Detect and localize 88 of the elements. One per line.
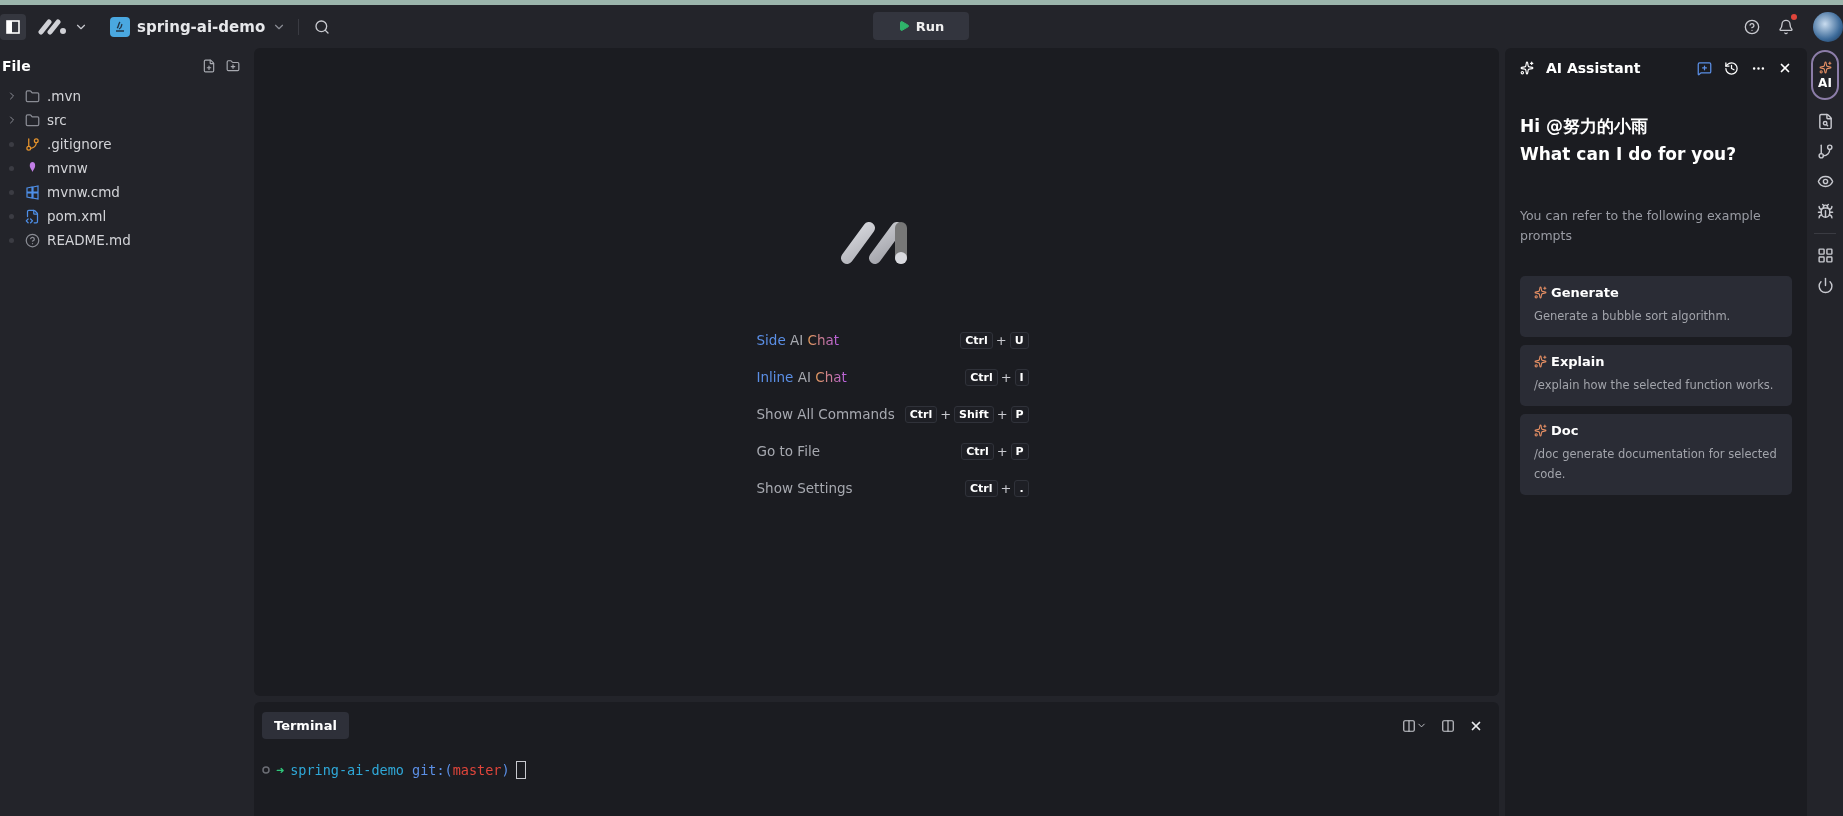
card-title: Explain [1551,354,1605,369]
tree-item[interactable]: pom.xml [0,204,254,228]
new-folder-icon[interactable] [226,59,240,73]
card-text: Generate a bubble sort algorithm. [1534,308,1732,325]
key-cap: Ctrl [965,479,998,497]
sparkle-icon [1520,61,1534,75]
logo-icon[interactable] [38,18,68,35]
key-cap: P [1010,405,1029,423]
bell-icon [1778,18,1794,35]
prompt-card[interactable]: Explain /explain how the selected function works. [1520,345,1792,406]
help-icon [1744,18,1760,35]
new-chat-icon[interactable] [1697,60,1712,76]
panel-title: AI Assistant [1546,60,1642,76]
play-icon [897,20,910,32]
key-cap: U [1009,331,1029,349]
key-cap: Shift [954,405,994,423]
card-text: /explain how the selected function works. [1534,377,1775,394]
sparkle-icon [1534,424,1547,437]
branch-icon [25,136,40,152]
key-cap: I [1014,368,1029,386]
key-cap: Ctrl [965,368,998,386]
grid-icon[interactable] [1816,247,1834,264]
new-file-icon[interactable] [202,59,216,73]
bug-icon[interactable] [1816,203,1834,220]
shortcut-label[interactable]: Go to File [756,439,895,463]
eye-icon[interactable] [1816,173,1834,190]
help-icon [25,232,40,248]
history-icon[interactable] [1724,60,1739,76]
tree-item[interactable]: .gitignore [0,132,254,156]
plus-sign: + [995,332,1007,348]
windows-icon [25,184,40,200]
key-cap: Ctrl [960,331,993,349]
hint-text: You can refer to the following example prompts [1520,207,1762,245]
card-title: Doc [1551,423,1579,438]
card-title: Generate [1551,285,1619,300]
plus-sign: + [996,443,1008,459]
ai-tab[interactable]: AI [1811,50,1839,100]
search-icon [314,18,331,35]
shortcut-label[interactable]: Show All Commands [756,402,895,426]
bullet-icon [9,213,14,219]
file-search-icon[interactable] [1816,113,1834,130]
sparkle-icon [1534,286,1547,299]
folder-icon [25,88,40,104]
sparkle-icon [1534,355,1547,368]
key-cap: P [1010,442,1029,460]
sidebar-icon [6,19,20,34]
plus-sign: + [996,406,1008,422]
plus-sign: + [940,406,952,422]
bullet-icon [9,141,14,147]
key-cap: Ctrl [961,442,994,460]
prompt-card[interactable]: Doc /doc generate documentation for selected code. [1520,414,1792,495]
greeting-question: What can I do for you? [1520,143,1738,166]
bullet-icon [9,237,14,243]
key-cap: Ctrl [904,405,938,423]
bullet-icon [9,165,14,171]
power-icon[interactable] [1816,277,1834,294]
shortcut-label[interactable]: Side AI Chat [756,328,895,352]
terminal-tab[interactable]: Terminal [262,712,349,739]
shortcut-label[interactable]: Inline AI Chat [756,365,895,389]
run-button[interactable]: Run [873,12,969,40]
split-icon[interactable] [1402,718,1416,733]
avatar[interactable] [1813,11,1843,42]
tree-item[interactable]: .mvn [0,84,254,108]
key-cap: . [1014,479,1029,497]
folder-icon [25,112,40,128]
sparkle-icon [1818,60,1832,74]
prompt-arrow: ➜ [276,762,285,778]
tree-item[interactable]: mvnw [0,156,254,180]
cursor [515,761,526,779]
split-icon[interactable] [1441,718,1455,733]
plus-sign: + [1000,480,1012,496]
project-selector[interactable]: spring-ai-demo [110,16,287,37]
shortcut-label[interactable]: Show Settings [756,476,895,500]
bullet-icon [9,189,14,195]
code-icon [25,208,40,224]
tree-item[interactable]: mvnw.cmd [0,180,254,204]
tree-item[interactable]: README.md [0,228,254,252]
prompt-text: spring-ai-demo git:(master) [290,762,510,778]
card-text: /doc generate documentation for selected code. [1534,446,1778,483]
plus-sign: + [1000,369,1012,385]
sidebar-toggle[interactable] [0,13,26,40]
tree-item[interactable]: src [0,108,254,132]
prompt-card[interactable]: Generate Generate a bubble sort algorithm. [1520,276,1792,337]
close-icon[interactable] [1778,61,1792,75]
status-circle-icon [262,766,270,774]
branch-icon[interactable] [1816,143,1834,160]
panel-title: File [2,58,32,74]
greeting: Hi @努力的小雨 [1520,115,1649,138]
